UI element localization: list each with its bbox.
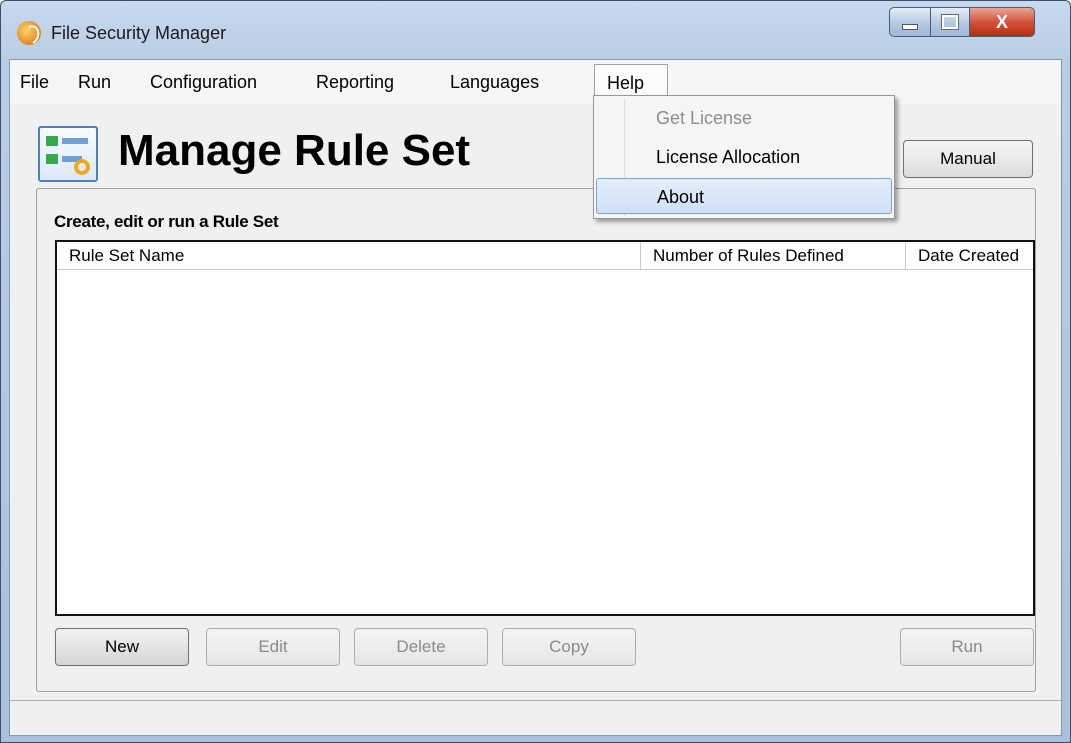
app-window: File Security Manager X File Run Configu… — [0, 0, 1071, 743]
column-header-date-created[interactable]: Date Created — [906, 242, 1033, 270]
maximize-icon — [941, 14, 959, 30]
menu-bar: File Run Configuration Reporting Languag… — [10, 60, 1061, 104]
menu-item-license-allocation[interactable]: License Allocation — [594, 139, 894, 175]
column-header-rule-set-name[interactable]: Rule Set Name — [57, 242, 641, 270]
copy-button[interactable]: Copy — [502, 628, 636, 666]
menu-help-label: Help — [607, 73, 645, 93]
manual-button[interactable]: Manual — [903, 140, 1033, 178]
delete-button[interactable]: Delete — [354, 628, 488, 666]
page-title: Manage Rule Set — [118, 126, 471, 175]
group-label: Create, edit or run a Rule Set — [54, 212, 279, 231]
menu-file[interactable]: File — [20, 72, 49, 93]
menu-reporting[interactable]: Reporting — [316, 72, 394, 93]
title-bar[interactable]: File Security Manager X — [1, 1, 1070, 59]
column-header-number-of-rules[interactable]: Number of Rules Defined — [641, 242, 906, 270]
close-button[interactable]: X — [969, 7, 1035, 37]
menu-run[interactable]: Run — [78, 72, 111, 93]
help-dropdown-menu: Get License License Allocation About — [593, 95, 895, 219]
menu-item-about[interactable]: About — [596, 178, 892, 214]
close-icon: X — [995, 11, 1008, 32]
minimize-icon — [902, 24, 918, 30]
window-title: File Security Manager — [51, 23, 227, 43]
menu-configuration[interactable]: Configuration — [150, 72, 257, 93]
key-icon — [74, 159, 90, 175]
new-button[interactable]: New — [55, 628, 189, 666]
maximize-button[interactable] — [930, 7, 970, 37]
client-area: File Run Configuration Reporting Languag… — [9, 59, 1062, 736]
status-bar — [10, 700, 1061, 735]
app-logo-icon — [17, 21, 41, 45]
rule-set-list[interactable]: Rule Set Name Number of Rules Defined Da… — [55, 240, 1035, 616]
menu-languages[interactable]: Languages — [450, 72, 539, 93]
menu-item-get-license[interactable]: Get License — [594, 100, 894, 136]
rule-set-icon — [38, 126, 98, 182]
minimize-button[interactable] — [889, 7, 931, 37]
run-button[interactable]: Run — [900, 628, 1034, 666]
edit-button[interactable]: Edit — [206, 628, 340, 666]
